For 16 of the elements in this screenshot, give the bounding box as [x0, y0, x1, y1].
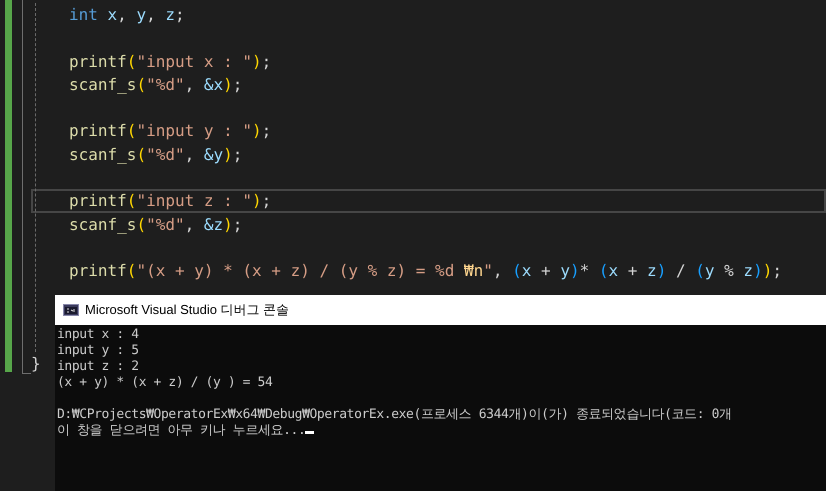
code-line: printf("input y : ");	[69, 120, 272, 142]
code-line: scanf_s("%d", &z);	[69, 214, 244, 236]
console-text: 이 창을 닫으려면 아무 키나 누르세요...	[57, 423, 306, 438]
code-line: scanf_s("%d", &y);	[69, 144, 244, 166]
code-line: printf("input x : ");	[69, 50, 272, 73]
console-text: input x : 4	[57, 327, 139, 342]
console-icon	[63, 304, 79, 316]
console-text: D:₩CProjects₩OperatorEx₩x64₩Debug₩OperatorEx.exe(프로세스 6344개)이(가) 종료되었습니다(코드: 0개	[57, 407, 732, 422]
console-text: input z : 2	[57, 359, 139, 374]
console-text: (x + y) * (x + z) / (y ) = 54	[57, 375, 272, 390]
console-text: input y : 5	[57, 343, 139, 358]
code-line: printf("(x + y) * (x + z) / (y % z) = %d ₩n", (x + y)* (x + z) / (y % z));	[69, 260, 783, 282]
code-line: }	[31, 353, 41, 376]
code-line: scanf_s("%d", &x);	[69, 74, 244, 96]
window-title: Microsoft Visual Studio 디버그 콘솔	[85, 301, 290, 319]
code-line: int x, y, z;	[69, 4, 186, 26]
